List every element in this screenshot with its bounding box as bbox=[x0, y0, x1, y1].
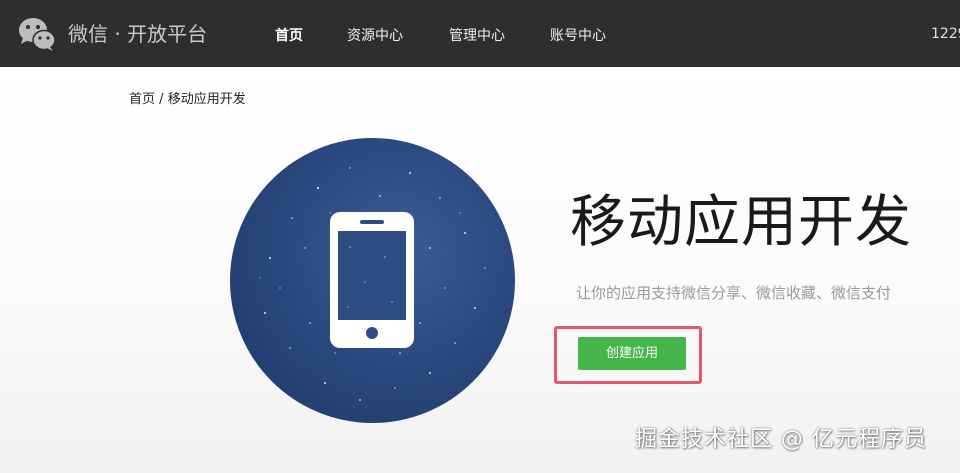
platform-brand-title[interactable]: 微信 · 开放平台 bbox=[68, 22, 207, 46]
nav-item-resource-center[interactable]: 资源中心 bbox=[347, 27, 403, 45]
top-navigation-bar: 微信 · 开放平台 首页 资源中心 管理中心 账号中心 1229 bbox=[0, 0, 960, 67]
breadcrumb-separator: / bbox=[159, 92, 164, 107]
watermark-text: 掘金技术社区 @ 亿元程序员 bbox=[635, 427, 927, 452]
breadcrumb-current: 移动应用开发 bbox=[167, 92, 246, 107]
page-title: 移动应用开发 bbox=[570, 190, 912, 255]
main-content: 首页 / 移动应用开发 移动应用开发 让你的应用支持微信分享、微信收藏、微信支付… bbox=[0, 67, 960, 473]
create-app-button[interactable]: 创建应用 bbox=[578, 337, 686, 370]
wechat-logo-icon[interactable] bbox=[18, 16, 56, 52]
nav-item-management-center[interactable]: 管理中心 bbox=[449, 27, 505, 45]
breadcrumb: 首页 / 移动应用开发 bbox=[129, 88, 246, 107]
mobile-phone-icon bbox=[330, 212, 414, 348]
hero-illustration bbox=[230, 138, 515, 423]
breadcrumb-home-link[interactable]: 首页 bbox=[129, 92, 155, 107]
account-id[interactable]: 1229 bbox=[931, 25, 960, 43]
nav-item-home[interactable]: 首页 bbox=[275, 27, 303, 45]
page-subtitle: 让你的应用支持微信分享、微信收藏、微信支付 bbox=[576, 284, 892, 302]
nav-item-account-center[interactable]: 账号中心 bbox=[550, 27, 606, 45]
